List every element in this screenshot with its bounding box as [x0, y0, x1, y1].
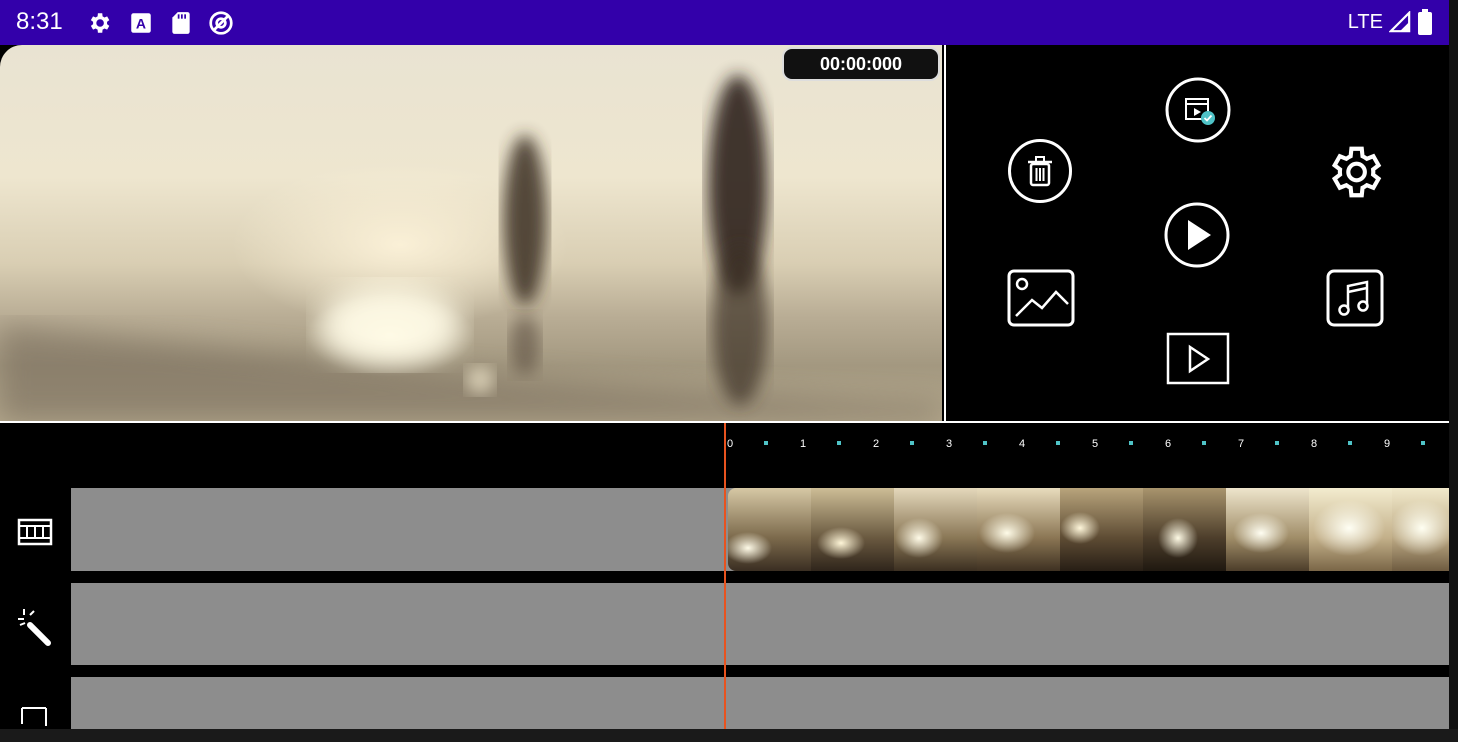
timeline-ruler[interactable]: 0 1 2 3 4 5 6 7 8 9: [725, 430, 1449, 458]
ruler-dot: [1421, 441, 1425, 445]
video-preview[interactable]: [0, 45, 942, 422]
svg-text:A: A: [136, 15, 146, 31]
magic-wand-icon[interactable]: [16, 607, 54, 647]
a-badge-icon: A: [131, 13, 151, 33]
preview-frame: [0, 75, 942, 422]
ruler-dot: [983, 441, 987, 445]
add-music-icon[interactable]: [1325, 268, 1385, 328]
ruler-label: 8: [1311, 438, 1318, 450]
clip-thumbnail: [1226, 488, 1309, 571]
clip-thumbnail: [1309, 488, 1392, 571]
ruler-dot: [910, 441, 914, 445]
ruler-label: 1: [800, 438, 807, 450]
signal-icon: [1389, 11, 1411, 33]
ruler-label: 3: [946, 438, 953, 450]
ruler-dot: [1056, 441, 1060, 445]
export-icon[interactable]: [1164, 76, 1232, 144]
ruler-label: 4: [1019, 438, 1026, 450]
ruler-dot: [1348, 441, 1352, 445]
ruler-label: 9: [1384, 438, 1391, 450]
add-image-icon[interactable]: [1006, 268, 1076, 328]
network-label: LTE: [1347, 10, 1383, 33]
timecode-display: 00:00:000: [782, 47, 940, 81]
video-clip[interactable]: [728, 488, 1449, 571]
text-track[interactable]: [71, 677, 1449, 729]
status-time: 8:31: [16, 8, 63, 35]
ruler-label: 6: [1165, 438, 1172, 450]
clip-thumbnail: [894, 488, 977, 571]
film-strip-icon[interactable]: [16, 515, 54, 549]
text-frame-icon[interactable]: [16, 700, 54, 729]
ruler-label: 7: [1238, 438, 1245, 450]
effects-track[interactable]: [71, 583, 1449, 665]
ruler-dot: [1129, 441, 1133, 445]
control-panel: [944, 45, 1449, 422]
clip-thumbnail: [1392, 488, 1449, 571]
ruler-dot: [1202, 441, 1206, 445]
ruler-label: 0: [727, 438, 734, 450]
clip-thumbnail: [811, 488, 894, 571]
screen-edge: [1449, 0, 1458, 742]
clip-thumbnail: [728, 488, 811, 571]
ruler-label: 5: [1092, 438, 1099, 450]
status-right: LTE: [1348, 9, 1433, 35]
bottom-edge: [0, 729, 1458, 742]
gear-icon: [90, 13, 110, 33]
playhead[interactable]: [724, 423, 726, 729]
clip-thumbnail: [1143, 488, 1226, 571]
status-bar: 8:31 A LTE: [0, 0, 1449, 45]
dnd-icon: [209, 11, 233, 35]
preview-play-icon[interactable]: [1166, 332, 1230, 386]
settings-icon[interactable]: [1323, 141, 1385, 203]
clip-thumbnail: [1060, 488, 1143, 571]
sd-card-icon: [172, 12, 190, 34]
play-icon[interactable]: [1163, 201, 1231, 269]
ruler-dot: [764, 441, 768, 445]
delete-icon[interactable]: [1007, 138, 1073, 204]
ruler-dot: [1275, 441, 1279, 445]
ruler-label: 2: [873, 438, 880, 450]
battery-icon: [1418, 9, 1432, 35]
ruler-dot: [837, 441, 841, 445]
clip-thumbnail: [977, 488, 1060, 571]
